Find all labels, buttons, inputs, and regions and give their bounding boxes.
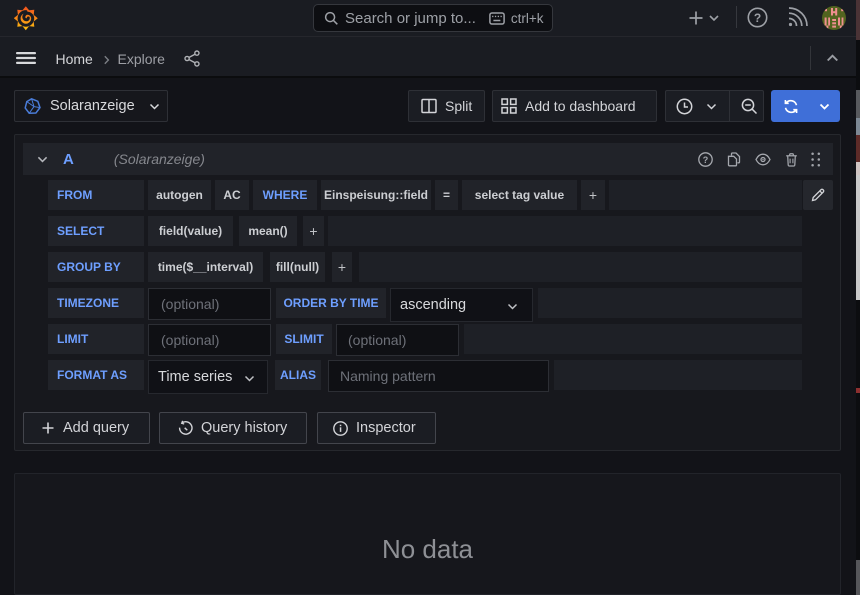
svg-text:?: ? (754, 11, 761, 25)
svg-text:?: ? (703, 154, 709, 164)
